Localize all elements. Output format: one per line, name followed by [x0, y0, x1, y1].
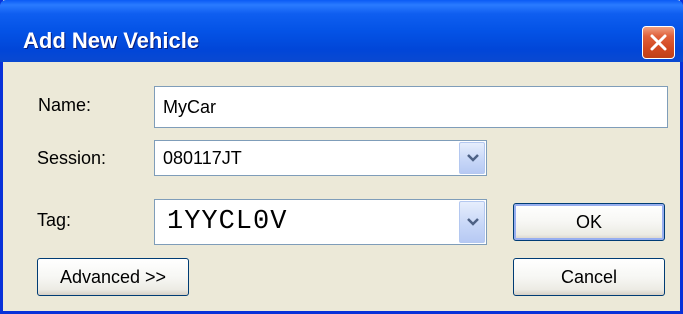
name-label: Name: — [38, 95, 92, 115]
session-dropdown[interactable]: 080117JT — [154, 140, 487, 176]
advanced-button[interactable]: Advanced >> — [37, 258, 189, 296]
name-field[interactable] — [155, 87, 667, 127]
tag-dropdown-arrow[interactable] — [459, 201, 485, 243]
tag-label: Tag: — [37, 210, 72, 230]
title-bar[interactable]: Add New Vehicle — [0, 0, 683, 62]
chevron-down-icon — [467, 218, 479, 226]
cancel-button[interactable]: Cancel — [513, 258, 665, 296]
session-value: 080117JT — [163, 148, 242, 168]
name-field-box — [154, 86, 668, 128]
close-icon — [650, 34, 667, 51]
dialog-title: Add New Vehicle — [23, 28, 200, 53]
chevron-down-icon — [467, 154, 479, 162]
session-dropdown-arrow[interactable] — [459, 142, 485, 174]
session-label: Session: — [37, 148, 107, 168]
close-button[interactable] — [642, 26, 675, 59]
ok-button[interactable]: OK — [513, 203, 665, 241]
add-vehicle-dialog: Add New Vehicle Name: Session: 080117JT … — [0, 0, 683, 314]
tag-value: 1YYCL0V — [167, 207, 288, 237]
tag-dropdown[interactable]: 1YYCL0V — [154, 199, 487, 245]
